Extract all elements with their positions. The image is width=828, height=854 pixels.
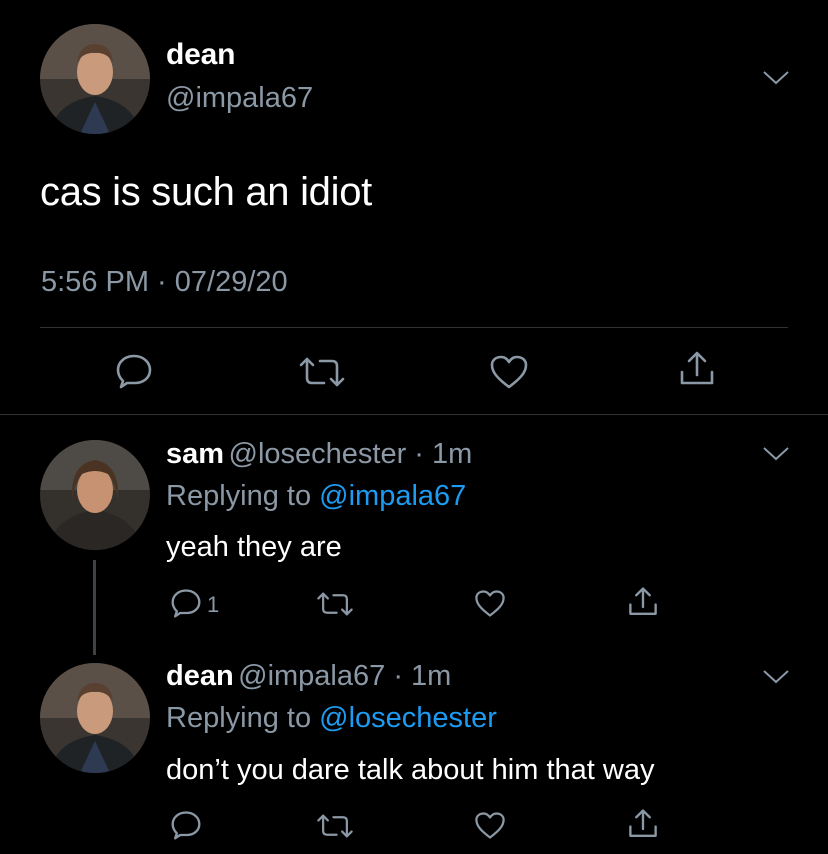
reply-text: yeah they are (166, 531, 342, 563)
retweet-icon[interactable] (316, 813, 354, 839)
author-handle[interactable]: @impala67 (166, 82, 313, 115)
separator-dot: · (406, 438, 433, 470)
replying-to-label: Replying to (166, 480, 320, 512)
reply-author-name[interactable]: dean (166, 660, 234, 692)
tweet-timestamp[interactable]: 5:56 PM · 07/29/20 (41, 266, 288, 299)
reply-count: 1 (207, 592, 220, 617)
replying-to-line: Replying to @impala67 (166, 480, 466, 513)
reply-author-handle[interactable]: @impala67 (238, 660, 385, 692)
reply-icon[interactable] (115, 353, 153, 389)
divider (40, 327, 788, 328)
author-display-name[interactable]: dean (166, 38, 235, 72)
dean-avatar-image (40, 663, 150, 773)
thread-connector-line (93, 560, 96, 655)
reply-age[interactable]: 1m (432, 438, 472, 470)
like-heart-icon[interactable] (474, 811, 506, 840)
sam-avatar[interactable] (40, 440, 150, 550)
tweet-text: cas is such an idiot (40, 170, 372, 214)
separator-dot: · (385, 660, 412, 692)
like-heart-icon[interactable] (489, 354, 529, 390)
retweet-icon[interactable] (298, 356, 346, 388)
dean-avatar[interactable] (40, 24, 150, 134)
reply-icon[interactable] (170, 588, 202, 618)
share-icon[interactable] (678, 350, 716, 388)
reply-author-handle[interactable]: @losechester (229, 438, 407, 470)
dean-avatar-image (40, 24, 150, 134)
like-heart-icon[interactable] (474, 589, 506, 618)
more-options-chevron-down-icon[interactable] (762, 446, 790, 462)
reply-icon[interactable] (170, 810, 202, 840)
replying-to-mention[interactable]: @impala67 (319, 480, 466, 512)
reply-header: sam @losechester · 1m (166, 438, 472, 471)
divider (0, 414, 828, 415)
reply-text: don’t you dare talk about him that way (166, 754, 655, 786)
reply-header: dean @impala67 · 1m (166, 660, 451, 693)
retweet-icon[interactable] (316, 591, 354, 617)
share-icon[interactable] (627, 808, 659, 840)
reply-author-name[interactable]: sam (166, 438, 224, 470)
sam-avatar-image (40, 440, 150, 550)
dean-avatar[interactable] (40, 663, 150, 773)
replying-to-line: Replying to @losechester (166, 702, 497, 735)
share-icon[interactable] (627, 586, 659, 618)
reply-age[interactable]: 1m (411, 660, 451, 692)
more-options-chevron-down-icon[interactable] (762, 70, 790, 86)
replying-to-mention[interactable]: @losechester (319, 702, 497, 734)
more-options-chevron-down-icon[interactable] (762, 669, 790, 685)
replying-to-label: Replying to (166, 702, 320, 734)
